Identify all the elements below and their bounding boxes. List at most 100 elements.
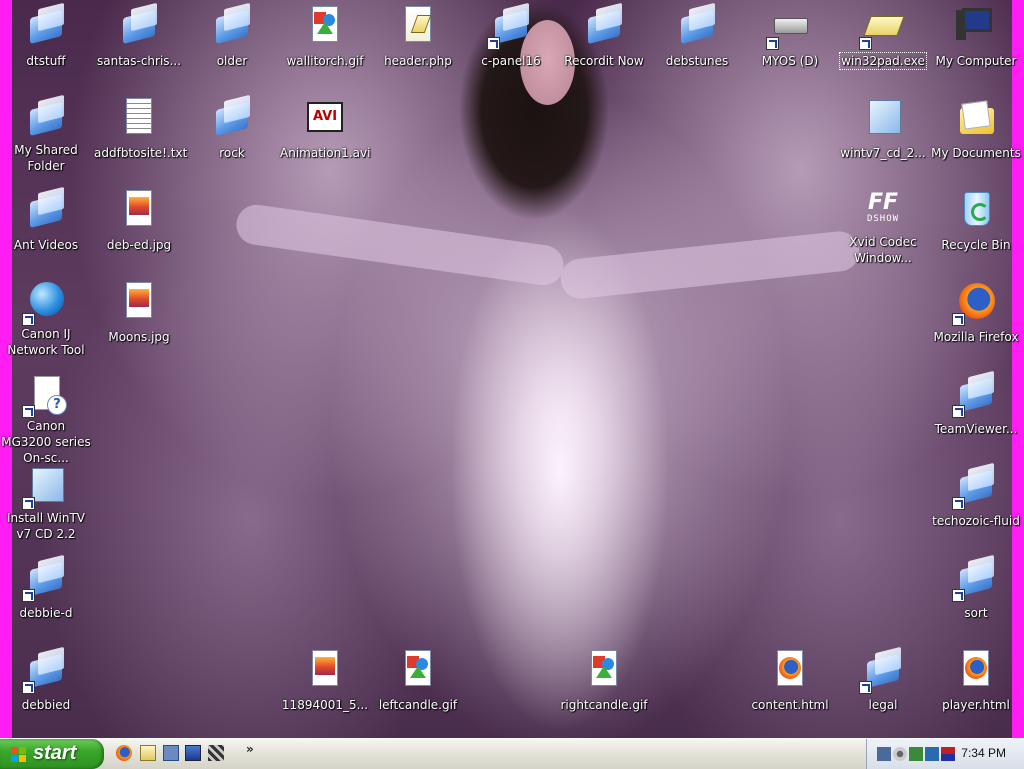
- gif-image-icon: [396, 648, 440, 692]
- volume-icon[interactable]: [893, 747, 907, 761]
- desktop-icon-label: Ant Videos: [13, 238, 79, 252]
- quicklaunch-overflow-button[interactable]: »: [246, 742, 254, 756]
- desktop-icon[interactable]: Install WinTV v7 CD 2.2: [0, 460, 92, 542]
- quicklaunch-firefox-icon[interactable]: [116, 745, 132, 761]
- desktop-icon-label: player.html: [942, 698, 1010, 712]
- desktop-icon[interactable]: sort: [930, 552, 1022, 621]
- folder-icon: [24, 4, 68, 48]
- clock[interactable]: 7:34 PM: [961, 746, 1006, 760]
- flag-icon[interactable]: [941, 747, 955, 761]
- shortcut-arrow-icon: [766, 37, 779, 50]
- desktop-icon-label: santas-chris...: [96, 54, 182, 68]
- installer-icon: [861, 96, 905, 140]
- desktop-icon[interactable]: FF DSHOW Xvid Codec Window...: [837, 184, 929, 266]
- desktop-icon[interactable]: c-panel16: [465, 0, 557, 69]
- desktop-icon-label: MYOS (D): [761, 54, 819, 68]
- desktop-icon-label: rightcandle.gif: [560, 698, 648, 712]
- desktop-icon[interactable]: header.php: [372, 0, 464, 69]
- desktop-icon[interactable]: legal: [837, 644, 929, 713]
- desktop-icon[interactable]: santas-chris...: [93, 0, 185, 69]
- desktop-icon[interactable]: Recordit Now: [558, 0, 650, 69]
- desktop-icon[interactable]: My Shared Folder: [0, 92, 92, 174]
- quicklaunch-notepad-icon[interactable]: [140, 745, 156, 761]
- desktop-icon[interactable]: AVI Animation1.avi: [279, 92, 371, 161]
- shortcut-arrow-icon: [859, 681, 872, 694]
- folder-icon: [24, 96, 68, 140]
- desktop-icon[interactable]: addfbtosite!.txt: [93, 92, 188, 161]
- desktop-icon[interactable]: TeamViewer...: [930, 368, 1022, 437]
- shortcut-arrow-icon: [859, 37, 872, 50]
- avi-video-icon: AVI: [303, 96, 347, 140]
- quicklaunch-task-icon[interactable]: [208, 745, 224, 761]
- security-icon[interactable]: [909, 747, 923, 761]
- documents-folder-icon: [954, 96, 998, 140]
- desktop-icon[interactable]: Canon IJ Network Tool: [0, 276, 92, 358]
- desktop-icon[interactable]: debstunes: [651, 0, 743, 69]
- folder-icon: [952, 372, 998, 418]
- desktop-icon[interactable]: Ant Videos: [0, 184, 92, 253]
- folder-icon: [117, 4, 161, 48]
- desktop-icon[interactable]: techozoic-fluid: [930, 460, 1022, 529]
- desktop-icon[interactable]: dtstuff: [0, 0, 92, 69]
- desktop-icon-label: win32pad.exe: [839, 52, 927, 70]
- shortcut-arrow-icon: [487, 37, 500, 50]
- desktop-icon[interactable]: My Computer: [930, 0, 1022, 69]
- quicklaunch-show-desktop-icon[interactable]: [163, 745, 179, 761]
- shortcut-arrow-icon: [22, 405, 35, 418]
- desktop-icon-label: header.php: [384, 54, 452, 68]
- notepad-app-icon: [859, 4, 905, 50]
- desktop-icon[interactable]: older: [186, 0, 278, 69]
- desktop-icon-label: Canon IJ Network Tool: [7, 327, 85, 357]
- desktop-icon[interactable]: content.html: [744, 644, 836, 713]
- desktop-icon[interactable]: deb-ed.jpg: [93, 184, 185, 253]
- desktop-icon[interactable]: Mozilla Firefox: [930, 276, 1022, 345]
- desktop-icon-label: addfbtosite!.txt: [94, 146, 188, 160]
- jpg-image-icon: [117, 188, 161, 232]
- desktop[interactable]: dtstuff santas-chris... older wallitorch.gi…: [0, 0, 1024, 738]
- firefox-html-icon: [954, 648, 998, 692]
- desktop-icon[interactable]: Recycle Bin: [930, 184, 1022, 253]
- shortcut-arrow-icon: [952, 313, 965, 326]
- desktop-icon[interactable]: wintv7_cd_2...: [837, 92, 929, 161]
- desktop-icon[interactable]: win32pad.exe: [837, 0, 929, 70]
- desktop-icon[interactable]: 11894001_5...: [279, 644, 371, 713]
- desktop-icon[interactable]: debbie-d: [0, 552, 92, 621]
- desktop-icon[interactable]: Moons.jpg: [93, 276, 185, 345]
- desktop-icon[interactable]: Canon MG3200 series On-sc...: [0, 368, 92, 466]
- desktop-icon[interactable]: player.html: [930, 644, 1022, 713]
- drive-icon: [766, 4, 812, 50]
- desktop-icon-label: 11894001_5...: [281, 698, 369, 712]
- shortcut-arrow-icon: [22, 681, 35, 694]
- desktop-icon-label: Recycle Bin: [941, 238, 1011, 252]
- jpg-image-icon: [303, 648, 347, 692]
- desktop-icon-label: c-panel16: [481, 54, 541, 68]
- text-file-icon: [117, 96, 161, 140]
- gif-image-icon: [303, 4, 347, 48]
- folder-icon: [952, 556, 998, 602]
- desktop-icon-label: Install WinTV v7 CD 2.2: [6, 511, 86, 541]
- desktop-icon[interactable]: MYOS (D): [744, 0, 836, 69]
- desktop-icon-label: Moons.jpg: [108, 330, 170, 344]
- desktop-icon[interactable]: My Documents: [930, 92, 1022, 161]
- desktop-icon-label: wallitorch.gif: [286, 54, 364, 68]
- desktop-icon-label: deb-ed.jpg: [106, 238, 172, 252]
- quicklaunch-screen-icon[interactable]: [185, 745, 201, 761]
- desktop-icon[interactable]: wallitorch.gif: [279, 0, 371, 69]
- start-button[interactable]: start: [0, 739, 104, 769]
- desktop-icon-label: techozoic-fluid: [932, 514, 1020, 528]
- folder-icon: [22, 556, 68, 602]
- desktop-icon-label: dtstuff: [26, 54, 66, 68]
- network-icon[interactable]: [877, 747, 891, 761]
- computer-icon: [954, 4, 998, 48]
- desktop-icon[interactable]: rightcandle.gif: [558, 644, 650, 713]
- desktop-icon[interactable]: rock: [186, 92, 278, 161]
- desktop-icon-label: debstunes: [665, 54, 729, 68]
- folder-icon: [487, 4, 533, 50]
- desktop-icon-label: leftcandle.gif: [378, 698, 458, 712]
- php-file-icon: [396, 4, 440, 48]
- desktop-icon[interactable]: leftcandle.gif: [372, 644, 464, 713]
- folder-icon: [210, 4, 254, 48]
- desktop-icon[interactable]: debbied: [0, 644, 92, 713]
- gif-image-icon: [582, 648, 626, 692]
- update-icon[interactable]: [925, 747, 939, 761]
